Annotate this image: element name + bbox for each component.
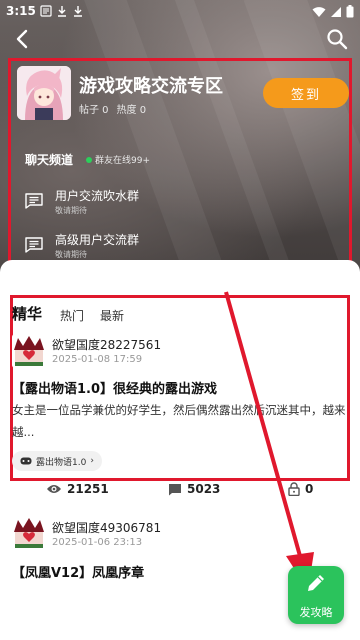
- status-time: 3:15: [6, 4, 36, 18]
- tag-label: 露出物语1.0: [36, 457, 87, 468]
- post-excerpt[interactable]: 女主是一位品学兼优的好学生，然后偶然露出然后沉迷其中，越来越...: [12, 399, 354, 443]
- post-tag-chip[interactable]: 露出物语1.0 ›: [12, 451, 102, 471]
- tab-latest[interactable]: 最新: [100, 307, 124, 324]
- lock-icon: [288, 482, 300, 496]
- back-arrow-icon[interactable]: [10, 26, 36, 52]
- channel-subtitle: 敬请期待: [55, 250, 87, 259]
- pencil-icon: [308, 575, 324, 591]
- heat-stat: 热度 0: [116, 105, 147, 116]
- views-count: 21251: [67, 482, 109, 496]
- avatar[interactable]: [12, 516, 46, 550]
- download-icon: [74, 6, 82, 17]
- post-author[interactable]: 欲望国度28227561: [52, 336, 161, 353]
- tab-featured[interactable]: 精华: [12, 303, 42, 324]
- lock-count: 0: [305, 482, 314, 496]
- comment-icon: [169, 483, 181, 495]
- channel-name: 高级用户交流群: [55, 233, 140, 247]
- post-title[interactable]: 【凤凰V12】凤凰序章: [12, 562, 144, 581]
- battery-icon: [346, 5, 354, 18]
- post-time: 2025-01-06 23:13: [52, 537, 143, 548]
- chevron-right-icon: ›: [90, 456, 94, 466]
- group-stats: 帖子 0 热度 0: [79, 101, 146, 116]
- comments-count: 5023: [187, 482, 221, 496]
- tab-hot[interactable]: 热门: [60, 307, 84, 324]
- write-guide-button[interactable]: 发攻略: [288, 566, 344, 624]
- checkin-button[interactable]: 签到: [263, 78, 349, 108]
- gamepad-icon: [20, 457, 32, 465]
- group-info-panel: 游戏攻略交流专区 帖子 0 热度 0 签到 聊天频道 群友在线99+ 用户交流吹…: [8, 58, 352, 274]
- status-bar: 3:15: [0, 0, 360, 24]
- search-icon[interactable]: [326, 28, 348, 50]
- group-avatar: [17, 66, 71, 120]
- lock-stat: 0: [288, 482, 313, 496]
- feed-tabs: 精华 热门 最新: [12, 303, 140, 324]
- post-author[interactable]: 欲望国度49306781: [52, 519, 161, 536]
- online-indicator: [86, 157, 92, 163]
- group-title: 游戏攻略交流专区: [79, 76, 223, 97]
- post-time: 2025-01-08 17:59: [52, 354, 143, 365]
- channel-name: 用户交流吹水群: [55, 189, 140, 203]
- notification-icon: [40, 5, 52, 17]
- chat-lines-icon: [25, 193, 43, 209]
- avatar[interactable]: [12, 334, 46, 368]
- eye-icon: [47, 485, 61, 493]
- channel-subtitle: 敬请期待: [55, 206, 87, 215]
- comments-stat[interactable]: 5023: [168, 482, 220, 496]
- chat-channel-title: 聊天频道: [25, 153, 74, 167]
- fab-label: 发攻略: [299, 606, 333, 619]
- wifi-icon: [312, 6, 326, 17]
- online-count: 群友在线99+: [95, 156, 150, 166]
- views-stat: 21251: [46, 482, 109, 496]
- posts-stat: 帖子 0: [79, 105, 109, 116]
- chat-lines-icon: [25, 237, 43, 253]
- channel-item[interactable]: 用户交流吹水群 敬请期待: [25, 187, 325, 223]
- post-title[interactable]: 【露出物语1.0】很经典的露出游戏: [12, 378, 217, 397]
- download-icon: [58, 6, 66, 17]
- signal-icon: [331, 6, 341, 17]
